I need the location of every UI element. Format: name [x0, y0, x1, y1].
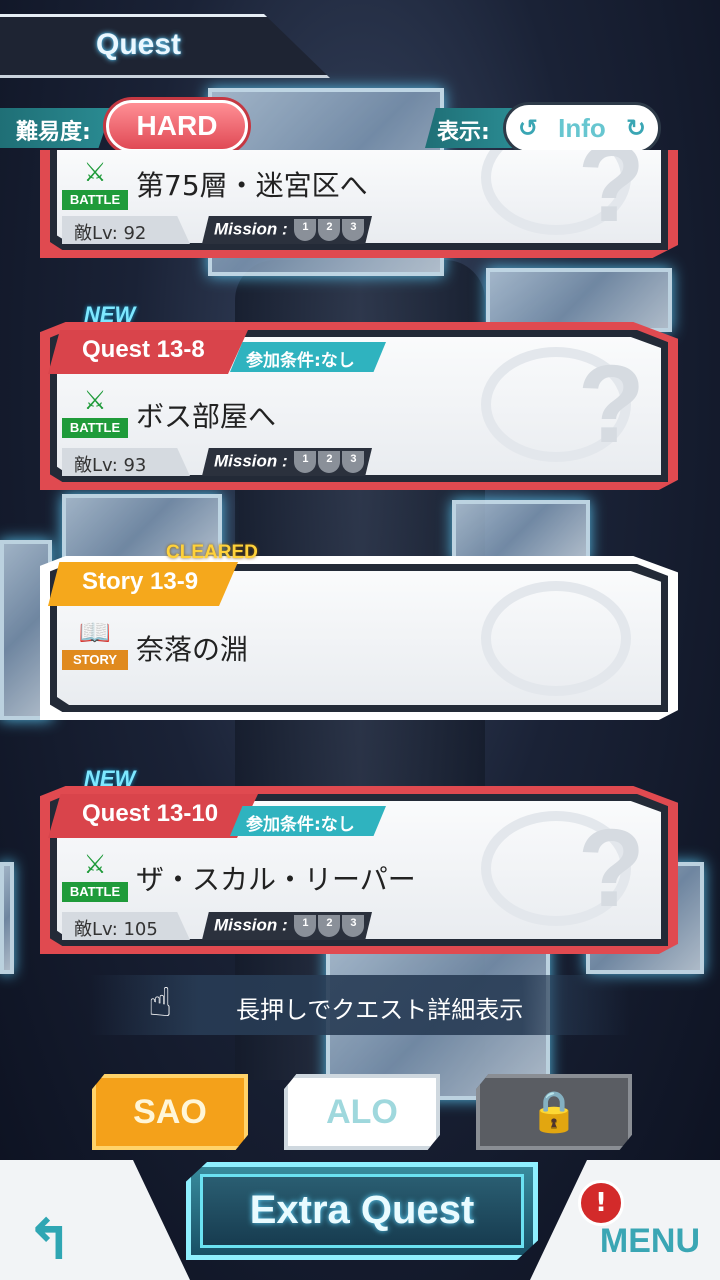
trophy-icon: 1 [294, 451, 317, 473]
trophy-icon: 3 [342, 219, 365, 241]
book-icon: 📖 [78, 618, 112, 648]
enemy-level: 敵Lv: 92 [62, 216, 190, 244]
story-id-tab: Story 13-9 [48, 562, 238, 606]
trophy-icon: 2 [318, 451, 341, 473]
page-title: Quest [96, 28, 182, 61]
menu-button[interactable]: MENU [600, 1222, 700, 1261]
question-mark-icon: ? [577, 807, 645, 930]
quest-id-tab: Quest 13-8 [48, 330, 248, 374]
quest-name: 第75層・迷宮区へ [136, 169, 368, 202]
cycle-left-icon: ↺ [518, 114, 539, 142]
back-arrow-icon[interactable]: ↰ [26, 1208, 73, 1273]
cleared-badge: CLEARED [166, 542, 258, 563]
battle-type-icon: ⚔ BATTLE [62, 158, 128, 210]
sword-icon: ⚔ [83, 386, 107, 416]
alert-badge: ! [578, 1180, 624, 1226]
card-emblem [481, 581, 631, 696]
condition-tab: 参加条件:なし [230, 806, 386, 836]
enemy-level: 敵Lv: 105 [62, 912, 190, 940]
trophy-icon: 2 [318, 219, 341, 241]
mission-trophies: Mission : 123 [202, 448, 372, 476]
mission-trophies: Mission : 123 [202, 216, 372, 244]
background-tile [452, 500, 590, 562]
trophy-icon: 3 [342, 915, 365, 937]
condition-tab: 参加条件:なし [230, 342, 386, 372]
display-mode-value: Info [558, 112, 606, 143]
story-type-icon: 📖 STORY [62, 618, 128, 670]
trophy-icon: 1 [294, 219, 317, 241]
enemy-level: 敵Lv: 93 [62, 448, 190, 476]
mission-trophies: Mission : 123 [202, 912, 372, 940]
quest-name: ボス部屋へ [136, 400, 277, 433]
sword-icon: ⚔ [83, 850, 107, 880]
trophy-icon: 1 [294, 915, 317, 937]
quest-name: 奈落の淵 [136, 633, 249, 666]
difficulty-button[interactable]: HARD [106, 100, 248, 152]
background-tile [0, 862, 14, 974]
display-toggle-button[interactable]: ↺ Info ↻ [503, 102, 661, 154]
battle-type-icon: ⚔ BATTLE [62, 386, 128, 438]
quest-id-tab: Quest 13-10 [48, 794, 258, 838]
cycle-right-icon: ↻ [625, 114, 646, 142]
trophy-icon: 3 [342, 451, 365, 473]
hint-text: 長押しでクエスト詳細表示 [236, 996, 524, 1024]
extra-quest-button[interactable]: Extra Quest [186, 1162, 538, 1260]
trophy-icon: 2 [318, 915, 341, 937]
question-mark-icon: ? [577, 343, 645, 466]
battle-type-icon: ⚔ BATTLE [62, 850, 128, 902]
display-label: 表示: [425, 108, 515, 148]
quest-name: ザ・スカル・リーパー [136, 863, 416, 896]
difficulty-label: 難易度: [0, 108, 112, 148]
extra-quest-label: Extra Quest [200, 1174, 524, 1248]
sword-icon: ⚔ [83, 158, 107, 188]
clock-hand-icon: ☝ [148, 980, 173, 1026]
